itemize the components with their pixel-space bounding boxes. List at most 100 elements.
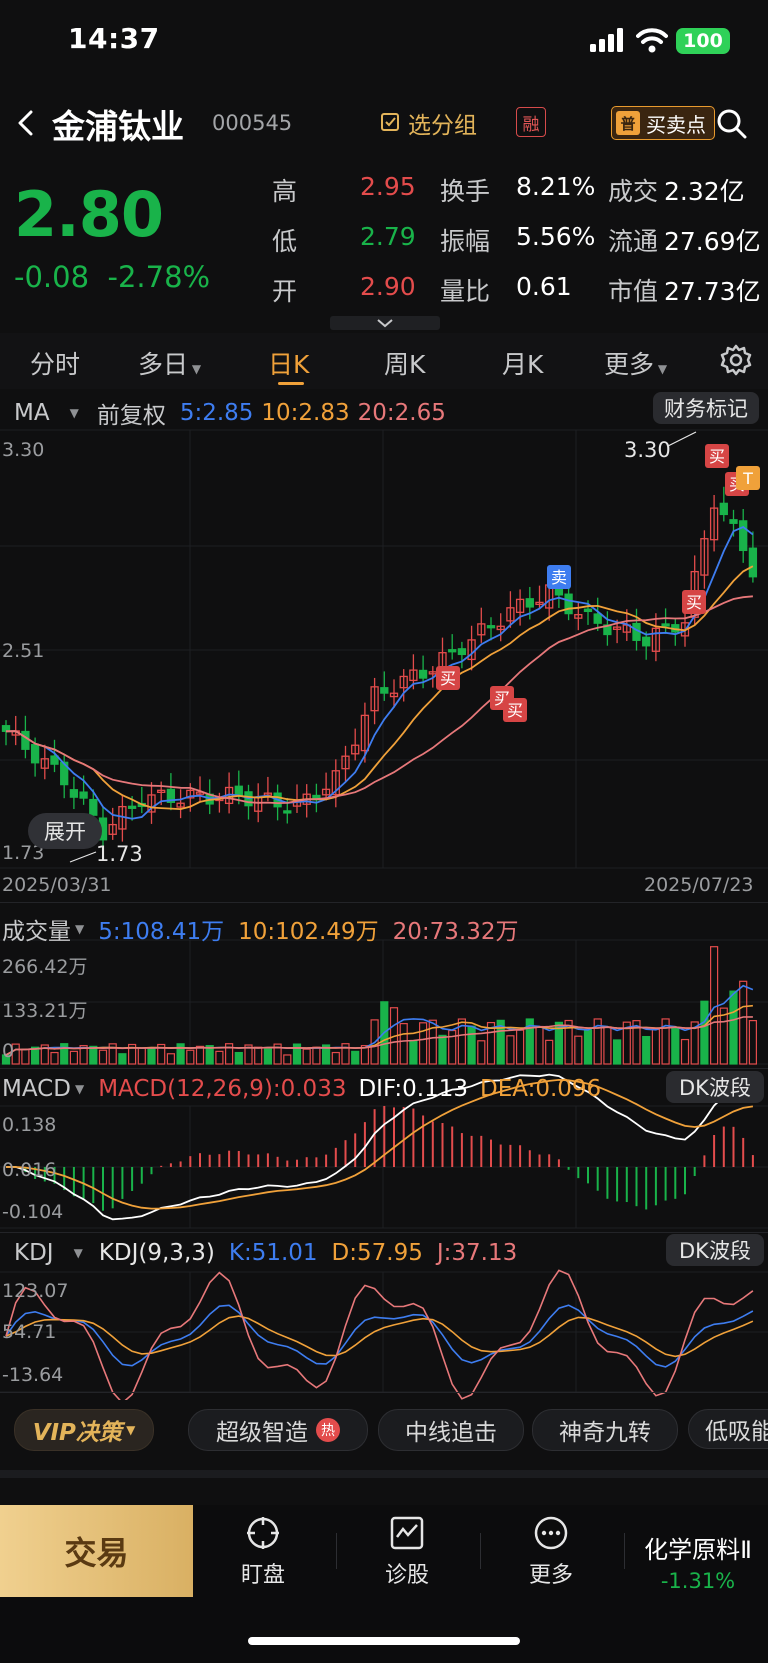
macd-label[interactable]: MACD [2, 1076, 71, 1102]
vip-decision-button[interactable]: VIP决策 ▼ [14, 1409, 154, 1451]
nav-watch[interactable]: 盯盘 [208, 1515, 318, 1589]
tool-super-manufacturing[interactable]: 超级智造 热 [188, 1409, 368, 1451]
volume-bar [409, 1040, 418, 1065]
volume-bar [351, 1050, 360, 1065]
volume-bar [700, 1000, 709, 1065]
vol-ma10: 10:102.49万 [238, 919, 379, 945]
sector-name: 化学原料Ⅱ [644, 1536, 752, 1564]
volume-bar [176, 1043, 185, 1065]
candle-body [729, 519, 738, 524]
macd-legend: MACD ▼ MACD(12,26,9):0.033 DIF:0.113 DEA… [2, 1076, 602, 1102]
vol-ma5: 5:108.41万 [98, 919, 225, 945]
macd-y-mid: 0.016 [2, 1159, 57, 1181]
volume-bar [166, 1053, 175, 1065]
macd-params: MACD(12,26,9):0.033 [98, 1076, 347, 1102]
hot-badge: 热 [316, 1418, 340, 1442]
kdj-y-top: 123.07 [2, 1280, 69, 1302]
volume-bar [748, 1020, 758, 1065]
candle-body [50, 755, 59, 765]
sector-info[interactable]: 化学原料Ⅱ -1.31% [630, 1530, 766, 1593]
volume-bar [428, 1019, 437, 1065]
volume-bar [467, 1025, 476, 1065]
vip-label: VIP决策 [32, 1420, 122, 1446]
candle-body [69, 789, 79, 798]
volume-bar [477, 1040, 486, 1065]
volume-bar [98, 1049, 108, 1065]
buy-signal-label: 买 [440, 669, 456, 688]
high-marker-line [667, 431, 697, 447]
volume-bar [302, 1048, 311, 1065]
j-line [5, 1269, 754, 1400]
volume-bar [399, 1023, 408, 1065]
ma20-line [5, 595, 753, 805]
volume-bar [719, 1007, 728, 1065]
volume-bar [535, 1025, 544, 1065]
candle-body [380, 687, 389, 694]
k-line [5, 1304, 754, 1368]
trade-button[interactable]: 交易 [0, 1505, 193, 1597]
divider [0, 1232, 768, 1233]
volume-bar [729, 990, 738, 1065]
nav-more[interactable]: 更多 [496, 1515, 606, 1589]
macd-y-top: 0.138 [2, 1114, 57, 1136]
kdj-dk-band-button[interactable]: DK波段 [666, 1234, 764, 1266]
macd-dif: DIF:0.113 [358, 1076, 468, 1102]
volume-bar [215, 1050, 224, 1065]
ma10-line [5, 565, 754, 811]
nav-more-label: 更多 [528, 1563, 573, 1588]
candle-body [661, 623, 670, 627]
divider [480, 1533, 481, 1569]
low-marker-line [69, 851, 97, 863]
home-indicator[interactable] [248, 1637, 520, 1645]
candle-body [234, 785, 243, 796]
kdj-y-mid: 54.71 [2, 1321, 57, 1343]
kdj-label[interactable]: KDJ [14, 1240, 54, 1266]
tool-midline-chase[interactable]: 中线追击 [378, 1409, 524, 1451]
volume-bar [583, 1029, 593, 1065]
candle-body [486, 625, 496, 629]
sell-signal-label: 卖 [551, 568, 567, 587]
candle-body [739, 520, 748, 552]
high-marker-label: 3.30 [624, 438, 671, 462]
volume-label[interactable]: 成交量 [2, 912, 71, 946]
macd-y-bottom: -0.104 [2, 1201, 64, 1223]
kline-y-top: 3.30 [2, 439, 45, 461]
vol-ma20: 20:73.32万 [392, 919, 519, 945]
volume-bar [331, 1051, 340, 1065]
volume-bar [651, 1028, 661, 1065]
volume-bar [283, 1054, 292, 1065]
tool-low-buy[interactable]: 低吸能 [688, 1409, 768, 1449]
candle-body [127, 805, 137, 809]
candle-body [748, 547, 758, 578]
candle-body [525, 598, 534, 608]
candle-body [564, 593, 573, 615]
candle-body [79, 791, 88, 799]
kdj-params: KDJ(9,3,3) [98, 1240, 215, 1266]
crosshair-icon [247, 1517, 279, 1549]
volume-bar [195, 1045, 205, 1065]
kdj-y-bottom: -13.64 [2, 1364, 64, 1386]
buy-signal-label: 买 [709, 447, 725, 466]
chart-canvas: 买买买卖买买买T [0, 429, 768, 1400]
section-divider [0, 1470, 768, 1478]
candle-body [457, 648, 467, 656]
volume-bar [438, 1034, 447, 1065]
volume-bar [69, 1050, 79, 1065]
t-signal-label: T [742, 469, 753, 488]
volume-bar [50, 1051, 59, 1065]
volume-bar [312, 1046, 321, 1065]
volume-bar [147, 1047, 156, 1065]
tool-magic-nine[interactable]: 神奇九转 [532, 1409, 678, 1451]
expand-button[interactable]: 展开 [28, 813, 102, 849]
volume-bar [671, 1026, 680, 1065]
buy-signal-label: 买 [507, 701, 523, 720]
candle-body [89, 798, 98, 816]
candle-body [719, 502, 728, 516]
volume-bar [89, 1045, 98, 1065]
sector-change: -1.31% [660, 1569, 736, 1593]
date-end: 2025/07/23 [644, 874, 754, 896]
nav-diagnose[interactable]: 诊股 [352, 1515, 462, 1589]
candle-body [30, 744, 40, 764]
macd-dk-band-button[interactable]: DK波段 [666, 1071, 764, 1103]
volume-bar [515, 1029, 525, 1065]
